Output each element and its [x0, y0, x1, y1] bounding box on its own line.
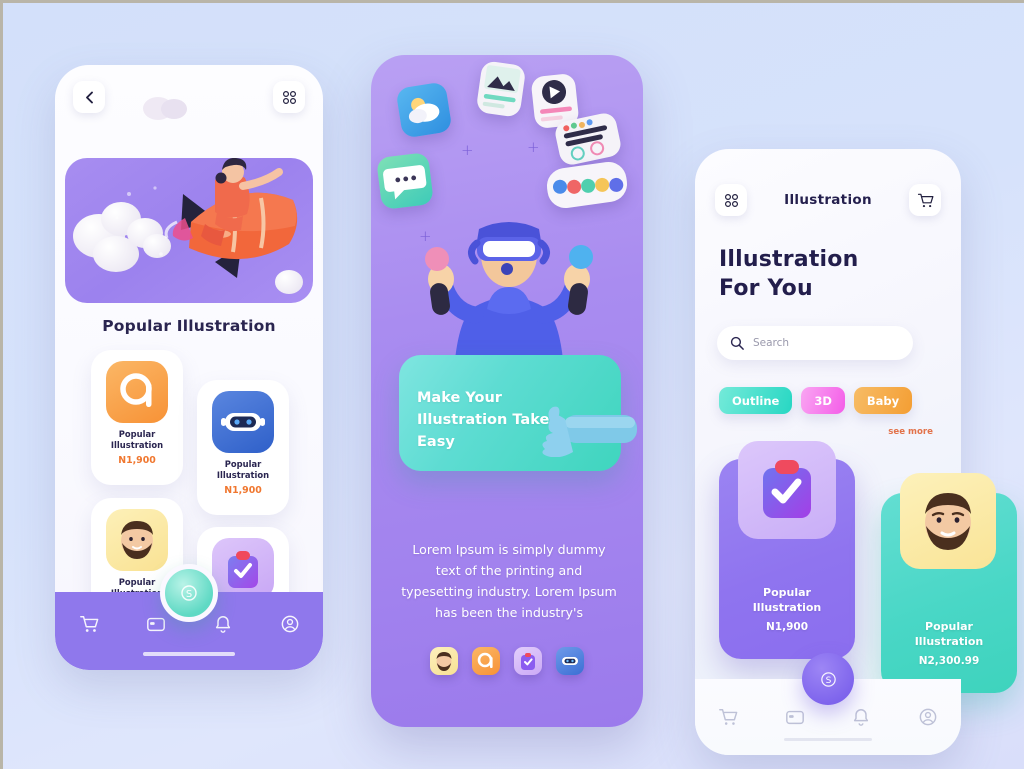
bell-icon: [215, 616, 230, 633]
search-input[interactable]: Search: [717, 326, 913, 360]
purple-clipboard-check-icon: [738, 441, 836, 539]
nav-item-profile[interactable]: [918, 707, 938, 731]
page-title: Popular Illustration: [102, 317, 276, 335]
hero-illustration-card[interactable]: [65, 158, 313, 303]
bearded-man-icon: [900, 473, 996, 569]
product-price: N1,900: [118, 454, 156, 466]
chip-label: Outline: [732, 393, 780, 408]
home-indicator: [143, 652, 235, 656]
app-dock: [371, 647, 643, 675]
grid-menu-icon: [724, 193, 738, 207]
nav-item-notifications[interactable]: [213, 614, 233, 638]
plus-decoration: +: [527, 138, 540, 156]
photo-gallery-app-icon[interactable]: [475, 60, 527, 118]
plus-decoration: +: [461, 141, 474, 159]
orange-a-app-icon: [106, 361, 168, 423]
profile-icon: [919, 708, 937, 726]
grid-menu-button[interactable]: [273, 81, 305, 113]
filter-chip-3d[interactable]: 3D: [801, 387, 845, 414]
weather-cloud-app-icon[interactable]: [395, 81, 453, 139]
color-palette-app-icon[interactable]: [544, 159, 630, 211]
description-text: Lorem Ipsum is simply dummy text of the …: [401, 542, 617, 620]
cart-icon: [917, 193, 933, 207]
cart-button[interactable]: [909, 184, 941, 216]
nav-item-cart[interactable]: [79, 614, 99, 638]
nav-item-cart[interactable]: [718, 707, 738, 731]
nav-item-profile[interactable]: [280, 614, 300, 638]
product-label: PopularIllustration: [752, 586, 822, 615]
dollar-circle-icon: S: [820, 671, 836, 687]
blue-robot-app-icon: [212, 391, 274, 453]
profile-icon: [281, 615, 298, 633]
purple-clipboard-icon: [212, 538, 274, 600]
svg-text:S: S: [186, 589, 192, 600]
grid-menu-button[interactable]: [715, 184, 747, 216]
product-price: N1,900: [766, 621, 808, 633]
bearded-man-app-icon[interactable]: [430, 647, 458, 675]
product-card[interactable]: Popular Illustration N1,900: [719, 441, 855, 659]
chip-label: Baby: [866, 393, 900, 408]
phone-mockup-illustration-for-you: Illustration IllustrationFor You Search: [695, 149, 1017, 755]
cart-icon: [719, 709, 738, 725]
wallet-icon: [146, 617, 165, 632]
thumbs-up-arm-illustration: [521, 401, 639, 461]
product-card[interactable]: Popular Illustration N1,900: [197, 380, 289, 515]
phone-mockup-vr-hero: + + + +: [371, 55, 643, 727]
design-canvas: Popular Illustration Popular Illustration…: [3, 3, 1024, 769]
nav-item-wallet[interactable]: [785, 707, 805, 731]
product-label: PopularIllustration: [110, 429, 164, 450]
product-card[interactable]: Popular Illustration N2,300.99: [881, 473, 1017, 693]
product-label: PopularIllustration: [914, 620, 984, 649]
filter-chip-outline[interactable]: Outline: [719, 387, 793, 414]
nav-item-notifications[interactable]: [851, 707, 871, 731]
search-icon: [730, 336, 744, 350]
svg-text:S: S: [825, 676, 831, 686]
phone3-bottom-nav: S: [695, 653, 961, 755]
dollar-circle-icon: S: [181, 585, 197, 601]
chip-label: 3D: [814, 393, 832, 408]
bearded-man-app-icon: [106, 509, 168, 571]
product-card[interactable]: Popular Illustration N1,900: [91, 350, 183, 485]
back-button[interactable]: [73, 81, 105, 113]
product-price: N1,900: [224, 484, 262, 496]
page-heading: Illustration For You: [719, 247, 859, 301]
see-more-link[interactable]: see more: [888, 427, 933, 437]
wallet-icon: [785, 710, 804, 725]
filter-chip-baby[interactable]: Baby: [853, 387, 913, 414]
purple-clipboard-app-icon[interactable]: [514, 647, 542, 675]
search-placeholder: Search: [753, 337, 790, 349]
phone3-header: Illustration: [715, 183, 941, 217]
chat-bubble-app-icon[interactable]: [376, 152, 434, 210]
woman-riding-rocket-illustration: [65, 158, 313, 303]
filter-chips: Outline 3D Baby: [719, 387, 913, 414]
home-indicator: [784, 737, 872, 741]
phone1-top-bar: [55, 81, 323, 123]
orange-a-app-icon[interactable]: [472, 647, 500, 675]
promo-banner-card[interactable]: Make Your Illustration Take Easy: [399, 355, 637, 471]
cart-icon: [79, 616, 98, 632]
chevron-left-icon: [85, 91, 93, 103]
bell-icon: [854, 709, 869, 726]
nav-item-wallet[interactable]: [146, 614, 166, 638]
fab-dollar-button[interactable]: S: [160, 564, 218, 622]
header-title: Illustration: [784, 192, 872, 208]
product-label: PopularIllustration: [216, 459, 270, 480]
fab-dollar-button[interactable]: S: [802, 653, 854, 705]
grid-menu-icon: [282, 90, 296, 104]
product-price: N2,300.99: [918, 655, 980, 667]
blue-robot-app-icon[interactable]: [556, 647, 584, 675]
phone-mockup-popular-illustration: Popular Illustration Popular Illustration…: [55, 65, 323, 670]
phone1-bottom-nav: S: [55, 564, 323, 670]
